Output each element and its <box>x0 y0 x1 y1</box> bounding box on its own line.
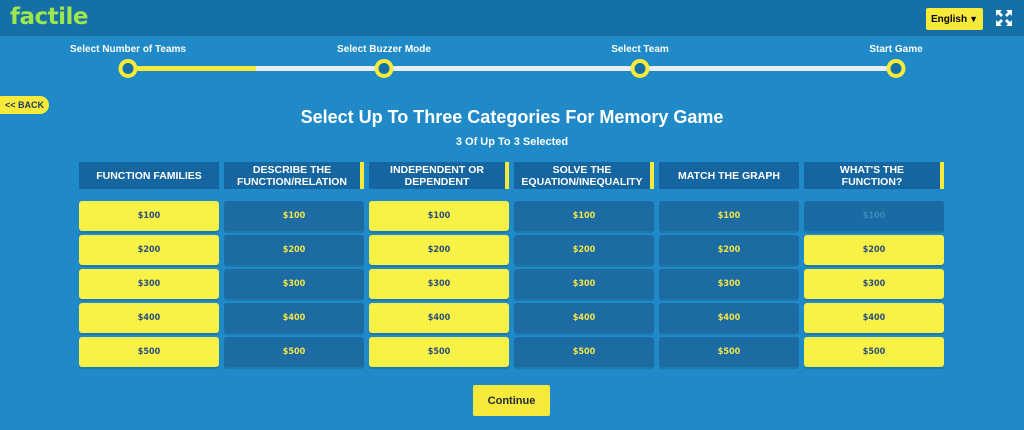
value-tile[interactable]: $500 <box>369 337 509 367</box>
chevron-down-icon: ▼ <box>969 14 979 24</box>
step-label-teams: Select Number of Teams <box>70 44 186 55</box>
value-tile[interactable]: $300 <box>804 269 944 299</box>
value-tile[interactable]: $500 <box>79 337 219 367</box>
step-dot-teams <box>118 59 138 78</box>
category-header[interactable]: Match the Graph <box>659 162 799 189</box>
step-label-start: Start Game <box>869 44 923 55</box>
step-dot-team <box>630 59 650 78</box>
continue-button[interactable]: Continue <box>473 385 550 416</box>
value-tile[interactable]: $200 <box>804 235 944 265</box>
value-tile[interactable]: $300 <box>79 269 219 299</box>
step-dot-buzzer <box>374 59 394 78</box>
value-tile[interactable]: $400 <box>79 303 219 333</box>
value-tile[interactable]: $400 <box>224 303 364 333</box>
value-tile: $100 <box>804 201 944 231</box>
category-header[interactable]: Function Families <box>79 162 219 189</box>
value-tile[interactable]: $500 <box>804 337 944 367</box>
value-tile[interactable]: $300 <box>224 269 364 299</box>
value-tile[interactable]: $100 <box>659 201 799 231</box>
selection-count: 3 Of Up To 3 Selected <box>455 136 569 148</box>
language-dropdown[interactable]: English ▼ <box>926 8 983 30</box>
factile-logo[interactable]: factile <box>10 4 89 30</box>
value-tile[interactable]: $300 <box>369 269 509 299</box>
value-tile[interactable]: $300 <box>659 269 799 299</box>
expand-icon[interactable] <box>996 10 1012 26</box>
progress-track <box>128 66 896 71</box>
value-tile[interactable]: $100 <box>369 201 509 231</box>
value-tile[interactable]: $400 <box>659 303 799 333</box>
page-title: Select Up To Three Categories For Memory… <box>300 107 724 127</box>
value-tile[interactable]: $500 <box>224 337 364 367</box>
value-tile[interactable]: $300 <box>514 269 654 299</box>
progress-fill <box>128 66 256 71</box>
value-tile[interactable]: $100 <box>224 201 364 231</box>
value-tile[interactable]: $100 <box>79 201 219 231</box>
language-label: English <box>930 13 968 25</box>
value-tile[interactable]: $100 <box>514 201 654 231</box>
value-tile[interactable]: $200 <box>79 235 219 265</box>
value-tile[interactable]: $200 <box>369 235 509 265</box>
value-tile[interactable]: $400 <box>369 303 509 333</box>
value-tile[interactable]: $500 <box>659 337 799 367</box>
category-header[interactable]: Describe the Function/Relation <box>224 162 364 189</box>
value-tile[interactable]: $200 <box>514 235 654 265</box>
top-bar <box>0 0 1024 36</box>
step-dot-start <box>886 59 906 78</box>
value-tile[interactable]: $400 <box>804 303 944 333</box>
category-header[interactable]: Solve the Equation/Inequality <box>514 162 654 189</box>
value-tile[interactable]: $200 <box>659 235 799 265</box>
value-tile[interactable]: $400 <box>514 303 654 333</box>
value-tile[interactable]: $500 <box>514 337 654 367</box>
category-header[interactable]: Independent or Dependent <box>369 162 509 189</box>
value-tile[interactable]: $200 <box>224 235 364 265</box>
step-label-buzzer: Select Buzzer Mode <box>337 44 431 55</box>
category-header[interactable]: What's the Function? <box>804 162 944 189</box>
step-label-team: Select Team <box>611 44 669 55</box>
